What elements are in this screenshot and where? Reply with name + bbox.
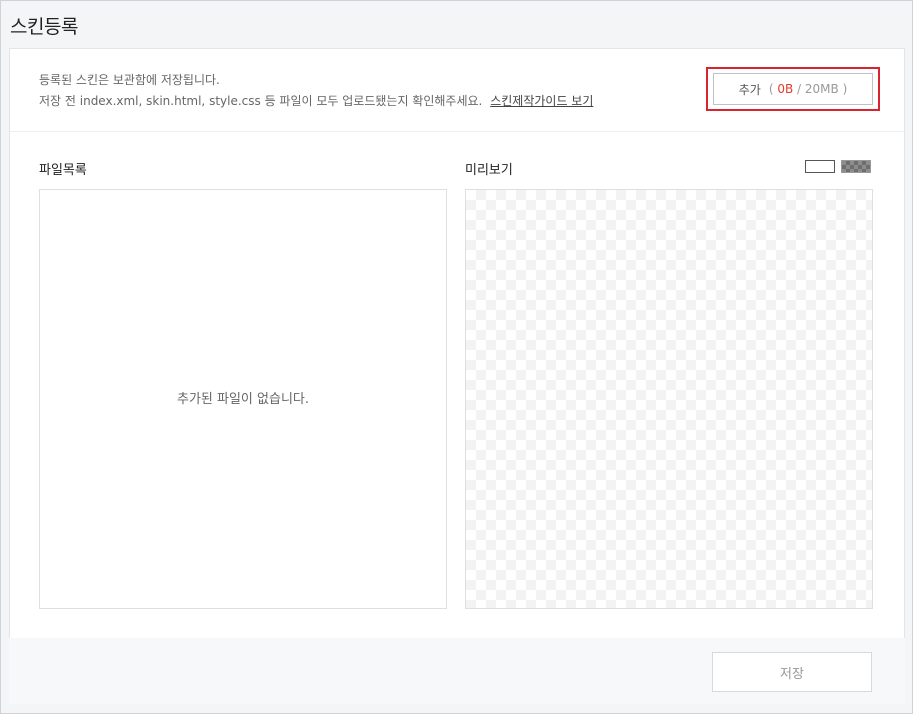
file-list-label: 파일목록	[39, 163, 87, 178]
size-limit: / 20MB )	[797, 82, 848, 96]
skin-register-page: 스킨등록 등록된 스킨은 보관함에 저장됩니다. 저장 전 index.xml,…	[0, 0, 913, 714]
info-text-storage: 등록된 스킨은 보관함에 저장됩니다.	[39, 73, 220, 87]
preview-bg-white-toggle[interactable]	[805, 160, 835, 173]
preview-bg-checkered-toggle[interactable]	[841, 160, 871, 173]
used-size: 0B	[777, 82, 794, 96]
footer-bar: 저장	[9, 638, 905, 704]
page-title: 스킨등록	[10, 16, 78, 38]
info-text-files: 저장 전 index.xml, skin.html, style.css 등 파…	[39, 92, 593, 109]
preview-label: 미리보기	[465, 163, 513, 178]
size-open-paren: (	[768, 82, 774, 96]
info-section: 등록된 스킨은 보관함에 저장됩니다. 저장 전 index.xml, skin…	[10, 49, 904, 132]
file-list-box: 추가된 파일이 없습니다.	[39, 189, 447, 609]
preview-box	[465, 189, 873, 609]
main-panel: 등록된 스킨은 보관함에 저장됩니다. 저장 전 index.xml, skin…	[9, 48, 905, 639]
add-file-button[interactable]: 추가 ( 0B / 20MB )	[713, 73, 873, 105]
skin-guide-link[interactable]: 스킨제작가이드 보기	[490, 94, 593, 108]
add-button-label: 추가	[738, 82, 761, 97]
empty-file-message: 추가된 파일이 없습니다.	[177, 392, 309, 407]
info-text-upload-check: 저장 전 index.xml, skin.html, style.css 등 파…	[39, 94, 483, 108]
add-button-size: ( 0B / 20MB )	[769, 82, 847, 96]
save-button[interactable]: 저장	[712, 652, 872, 692]
